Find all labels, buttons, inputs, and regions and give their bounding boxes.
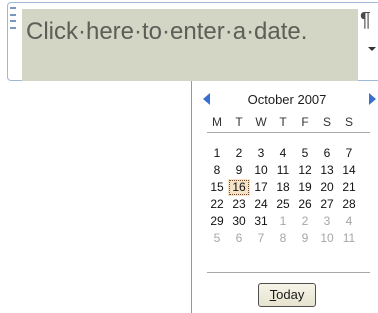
drag-handle-icon[interactable] <box>10 7 18 29</box>
day-cell[interactable]: 31 <box>250 213 272 230</box>
day-cell[interactable]: 18 <box>272 179 294 196</box>
day-cell[interactable]: 1 <box>206 145 228 162</box>
day-cell[interactable]: 24 <box>250 196 272 213</box>
weekday-label: T <box>279 115 287 129</box>
day-cell[interactable]: 2 <box>294 213 316 230</box>
calendar-popup: October 2007 M T W T F S S 1 2 3 4 5 6 7 8 9 10 11… <box>191 81 378 313</box>
day-cell[interactable]: 23 <box>228 196 250 213</box>
day-cell[interactable]: 13 <box>316 162 338 179</box>
day-cell[interactable]: 5 <box>206 230 228 247</box>
weekday-label: W <box>255 115 267 129</box>
day-cell[interactable]: 22 <box>206 196 228 213</box>
day-cell[interactable]: 6 <box>228 230 250 247</box>
date-placeholder-field[interactable]: Click·here·to·enter·a·date. <box>22 9 358 81</box>
day-cell[interactable]: 7 <box>250 230 272 247</box>
day-cell[interactable]: 30 <box>228 213 250 230</box>
weekday-label: T <box>235 115 243 129</box>
day-cell[interactable]: 20 <box>316 179 338 196</box>
day-cell[interactable]: 4 <box>272 145 294 162</box>
day-cell[interactable]: 10 <box>316 230 338 247</box>
day-cell[interactable]: 11 <box>338 230 360 247</box>
day-cell[interactable]: 3 <box>316 213 338 230</box>
day-cell[interactable]: 5 <box>294 145 316 162</box>
calendar-divider <box>207 272 370 273</box>
day-cell[interactable]: 26 <box>294 196 316 213</box>
day-cell[interactable]: 9 <box>228 162 250 179</box>
day-cell[interactable]: 17 <box>250 179 272 196</box>
day-cell[interactable]: 19 <box>294 179 316 196</box>
day-cell[interactable]: 21 <box>338 179 360 196</box>
day-cell[interactable]: 7 <box>338 145 360 162</box>
day-grid: 1 2 3 4 5 6 7 8 9 10 11 12 13 14 15 16 17 18 19 20 21 22 23 24 2… <box>206 145 360 247</box>
day-cell[interactable]: 1 <box>272 213 294 230</box>
day-cell[interactable]: 10 <box>250 162 272 179</box>
month-title: October 2007 <box>247 92 327 107</box>
day-cell[interactable]: 9 <box>294 230 316 247</box>
chevron-left-icon[interactable] <box>203 93 210 105</box>
day-cell[interactable]: 11 <box>272 162 294 179</box>
day-cell[interactable]: 8 <box>206 162 228 179</box>
weekday-label: F <box>301 115 309 129</box>
day-cell[interactable]: 29 <box>206 213 228 230</box>
chevron-right-icon[interactable] <box>369 93 376 105</box>
day-cell[interactable]: 15 <box>206 179 228 196</box>
dropdown-arrow-icon[interactable] <box>368 47 376 51</box>
day-cell[interactable]: 28 <box>338 196 360 213</box>
day-cell[interactable]: 6 <box>316 145 338 162</box>
day-cell[interactable]: 12 <box>294 162 316 179</box>
selected-day-cell[interactable]: 16 <box>228 179 250 196</box>
paragraph-mark: ¶ <box>360 9 371 31</box>
weekday-label: S <box>344 115 353 129</box>
date-content-control[interactable]: Click·here·to·enter·a·date. ¶ <box>7 2 378 81</box>
calendar-divider <box>207 132 370 133</box>
today-button[interactable]: Today <box>258 283 316 307</box>
day-cell[interactable]: 14 <box>338 162 360 179</box>
today-label: oday <box>276 287 305 302</box>
day-cell[interactable]: 2 <box>228 145 250 162</box>
day-cell[interactable]: 3 <box>250 145 272 162</box>
day-cell[interactable]: 25 <box>272 196 294 213</box>
calendar-header: October 2007 <box>192 89 378 109</box>
day-cell[interactable]: 27 <box>316 196 338 213</box>
weekday-label: S <box>322 115 331 129</box>
weekday-label: M <box>212 115 222 129</box>
day-cell[interactable]: 8 <box>272 230 294 247</box>
weekday-header: M T W T F S S <box>206 115 360 129</box>
day-cell[interactable]: 4 <box>338 213 360 230</box>
